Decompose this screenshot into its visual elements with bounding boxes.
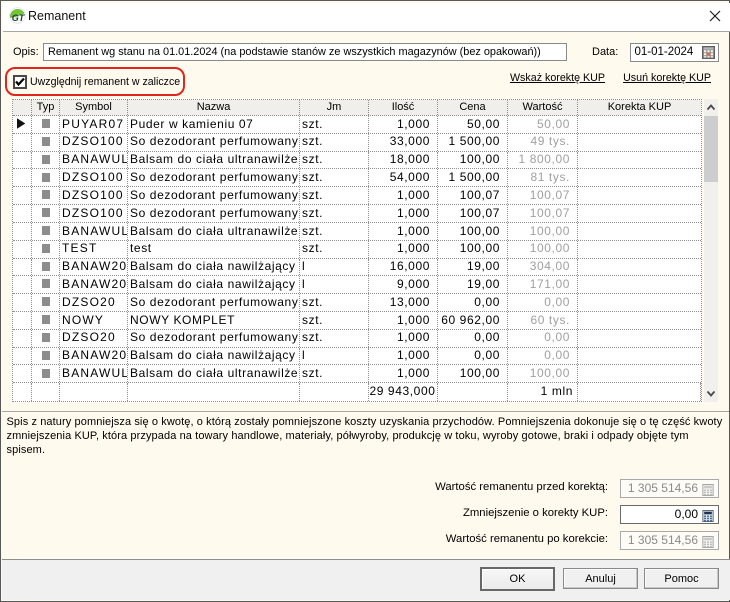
svg-text:GT: GT <box>12 13 26 23</box>
